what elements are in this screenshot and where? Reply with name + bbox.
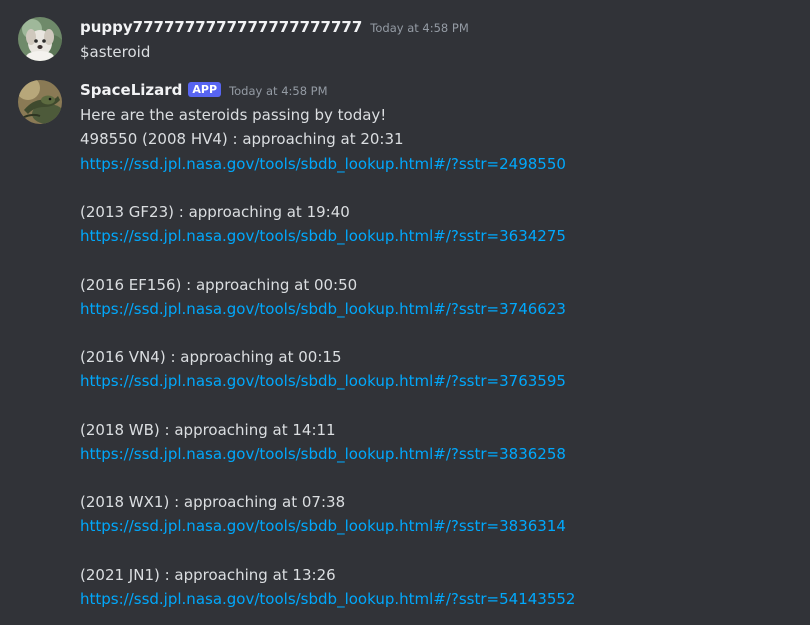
puppy-avatar-icon[interactable]: [18, 17, 62, 61]
asteroid-link[interactable]: https://ssd.jpl.nasa.gov/tools/sbdb_look…: [80, 590, 575, 608]
asteroid-entry: (2018 WX1) : approaching at 07:38: [80, 493, 346, 512]
asteroid-link[interactable]: https://ssd.jpl.nasa.gov/tools/sbdb_look…: [80, 445, 566, 463]
asteroid-link[interactable]: https://ssd.jpl.nasa.gov/tools/sbdb_look…: [80, 372, 566, 390]
asteroid-link[interactable]: https://ssd.jpl.nasa.gov/tools/sbdb_look…: [80, 517, 566, 535]
timestamp: Today at 4:58 PM: [229, 84, 328, 99]
asteroid-entry: (2021 JN1) : approaching at 13:26: [80, 565, 336, 584]
message-user: puppy7777777777777777777777 Today at 4:5…: [0, 14, 810, 64]
asteroid-entry: 498550 (2008 HV4) : approaching at 20:31: [80, 130, 404, 149]
message-content: $asteroid: [80, 40, 794, 64]
message-content: Here are the asteroids passing by today!…: [80, 103, 794, 611]
asteroid-link[interactable]: https://ssd.jpl.nasa.gov/tools/sbdb_look…: [80, 227, 566, 245]
message-header: puppy7777777777777777777777 Today at 4:5…: [80, 14, 794, 40]
asteroid-entry: (2016 EF156) : approaching at 00:50: [80, 275, 358, 294]
app-badge: APP: [188, 82, 222, 98]
message-header: SpaceLizard APP Today at 4:58 PM: [80, 77, 794, 103]
asteroid-entry: (2013 GF23) : approaching at 19:40: [80, 202, 350, 221]
message-intro: Here are the asteroids passing by today!: [80, 106, 387, 125]
username[interactable]: SpaceLizard: [80, 77, 182, 103]
asteroid-entry: (2016 VN4) : approaching at 00:15: [80, 348, 342, 367]
message-bot: SpaceLizard APP Today at 4:58 PM Here ar…: [0, 77, 810, 611]
lizard-avatar-icon[interactable]: [18, 80, 62, 125]
username[interactable]: puppy7777777777777777777777: [80, 14, 362, 40]
asteroid-link[interactable]: https://ssd.jpl.nasa.gov/tools/sbdb_look…: [80, 300, 566, 318]
chat-log: puppy7777777777777777777777 Today at 4:5…: [0, 0, 810, 625]
asteroid-entry: (2018 WB) : approaching at 14:11: [80, 420, 336, 439]
timestamp: Today at 4:58 PM: [370, 21, 469, 35]
message-text: $asteroid: [80, 43, 151, 61]
asteroid-link[interactable]: https://ssd.jpl.nasa.gov/tools/sbdb_look…: [80, 155, 566, 173]
